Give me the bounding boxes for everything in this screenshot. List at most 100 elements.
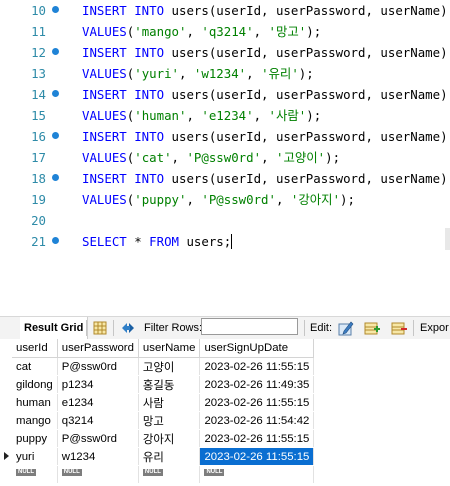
table-row[interactable]: human e1234 사람 2023-02-26 11:55:15 <box>12 393 315 412</box>
cell-userId[interactable]: human <box>12 393 58 412</box>
export-label[interactable]: Expor <box>420 317 449 339</box>
cell-userSignUpDate[interactable]: 2023-02-26 11:55:15 <box>199 447 315 466</box>
cell-userPassword[interactable]: w1234 <box>57 447 139 466</box>
sql-string: 'mango' <box>134 24 187 39</box>
statement-marker-icon[interactable] <box>52 132 59 139</box>
line-number: 20 <box>31 213 46 228</box>
null-badge: NULL <box>16 468 36 476</box>
cell-userId[interactable]: mango <box>12 411 58 430</box>
sql-string: 'cat' <box>134 150 172 165</box>
cell-userName[interactable]: 고양이 <box>138 357 201 376</box>
code-line[interactable]: 20 <box>0 210 450 231</box>
statement-marker-icon[interactable] <box>52 90 59 97</box>
column-header-userPassword[interactable]: userPassword <box>57 339 139 358</box>
table-row[interactable]: mango q3214 망고 2023-02-26 11:54:42 <box>12 411 315 430</box>
null-badge: NULL <box>142 468 163 476</box>
cell-userSignUpDate[interactable]: 2023-02-26 11:55:15 <box>199 429 315 448</box>
statement-marker-icon[interactable] <box>52 48 59 55</box>
code-line[interactable]: 10 INSERT INTO users(userId, userPassword… <box>0 0 450 21</box>
column-header-userName[interactable]: userName <box>138 339 201 358</box>
toolbar-separator <box>413 320 414 336</box>
cell-userSignUpDate[interactable]: 2023-02-26 11:55:15 <box>199 393 315 412</box>
column-header-userSignUpDate[interactable]: userSignUpDate <box>199 339 315 358</box>
code-line[interactable]: 17 VALUES('cat', 'P@ssw0rd', '고양이'); <box>0 147 450 168</box>
new-row-cell[interactable]: NULL <box>57 465 139 484</box>
sql-text: users(userId, userPassword, userName) <box>164 129 448 144</box>
statement-marker-icon[interactable] <box>52 174 59 181</box>
new-row-cell[interactable]: NULL <box>199 465 315 484</box>
code-line[interactable]: 12 INSERT INTO users(userId, userPassword… <box>0 42 450 63</box>
sql-text: users(userId, userPassword, userName) <box>164 3 448 18</box>
row-header[interactable] <box>0 376 12 394</box>
toolbar-separator <box>113 320 114 336</box>
table-row[interactable]: gildong p1234 홍길동 2023-02-26 11:49:35 <box>12 375 315 394</box>
filter-rows-input[interactable] <box>201 318 298 335</box>
cell-userId[interactable]: cat <box>12 357 58 376</box>
code-line[interactable]: 13 VALUES('yuri', 'w1234', '유리'); <box>0 63 450 84</box>
sql-editor[interactable]: 10 INSERT INTO users(userId, userPassword… <box>0 0 450 308</box>
sql-string: 'P@ssw0rd' <box>186 150 262 165</box>
code-text: INSERT INTO users(userId, userPassword, … <box>82 0 448 21</box>
grid-view-icon[interactable] <box>92 320 108 336</box>
code-line[interactable]: 15 VALUES('human', 'e1234', '사람'); <box>0 105 450 126</box>
cell-userName[interactable]: 망고 <box>138 411 201 430</box>
code-line[interactable]: 19 VALUES('puppy', 'P@ssw0rd', '강아지'); <box>0 189 450 210</box>
sql-text: users(userId, userPassword, userName) <box>164 171 448 186</box>
cell-userId[interactable]: puppy <box>12 429 58 448</box>
cell-userSignUpDate[interactable]: 2023-02-26 11:55:15 <box>199 357 315 376</box>
sql-text: users(userId, userPassword, userName) <box>164 45 448 60</box>
editor-scroll-handle[interactable] <box>445 228 450 250</box>
line-number: 13 <box>31 66 46 81</box>
row-header[interactable] <box>0 448 12 466</box>
refresh-icon[interactable] <box>120 320 136 336</box>
cell-userName[interactable]: 홍길동 <box>138 375 201 394</box>
delete-row-icon[interactable] <box>391 320 407 336</box>
edit-label: Edit: <box>310 322 333 334</box>
sql-keyword: INSERT INTO <box>82 87 165 102</box>
row-header[interactable] <box>0 394 12 412</box>
row-header[interactable] <box>0 430 12 448</box>
cell-userPassword[interactable]: p1234 <box>57 375 139 394</box>
statement-marker-icon[interactable] <box>52 6 59 13</box>
table-row[interactable]: yuri w1234 유리 2023-02-26 11:55:15 <box>12 447 315 466</box>
cell-userPassword[interactable]: e1234 <box>57 393 139 412</box>
code-line[interactable]: 14 INSERT INTO users(userId, userPassword… <box>0 84 450 105</box>
corner-cell <box>0 339 12 358</box>
code-line[interactable]: 11 VALUES('mango', 'q3214', '망고'); <box>0 21 450 42</box>
cell-userId[interactable]: gildong <box>12 375 58 394</box>
column-header-userId[interactable]: userId <box>12 339 58 358</box>
sql-string: 'human' <box>134 108 187 123</box>
cell-userPassword[interactable]: P@ssw0rd <box>57 357 139 376</box>
result-table: userId userPassword userName userSignUpDate… <box>12 339 315 484</box>
cell-userSignUpDate[interactable]: 2023-02-26 11:49:35 <box>199 375 315 394</box>
cell-userName[interactable]: 강아지 <box>138 429 201 448</box>
cell-userId[interactable]: yuri <box>12 447 58 466</box>
table-row[interactable]: puppy P@ssw0rd 강아지 2023-02-26 11:55:15 <box>12 429 315 448</box>
code-line[interactable]: 18 INSERT INTO users(userId, userPassword… <box>0 168 450 189</box>
statement-marker-icon[interactable] <box>52 237 59 244</box>
cell-userName[interactable]: 사람 <box>138 393 201 412</box>
add-row-icon[interactable] <box>364 320 380 336</box>
sql-keyword: VALUES <box>82 150 127 165</box>
code-line[interactable]: 16 INSERT INTO users(userId, userPassword… <box>0 126 450 147</box>
sql-keyword: INSERT INTO <box>82 129 165 144</box>
code-line[interactable]: 21 SELECT * FROM users; <box>0 231 450 252</box>
sql-text: , <box>179 66 194 81</box>
result-grid: userId userPassword userName userSignUpDate… <box>0 339 450 486</box>
sql-string: '사람' <box>268 108 307 123</box>
edit-row-icon[interactable] <box>338 320 354 336</box>
cell-userName[interactable]: 유리 <box>138 447 201 466</box>
sql-text: , <box>171 150 187 165</box>
null-badge: NULL <box>204 468 225 476</box>
cell-userSignUpDate[interactable]: 2023-02-26 11:54:42 <box>199 411 315 430</box>
cell-userPassword[interactable]: q3214 <box>57 411 139 430</box>
row-header[interactable] <box>0 412 12 430</box>
result-grid-tab[interactable]: Result Grid <box>20 317 89 339</box>
sql-string: '망고' <box>268 24 307 39</box>
new-row-cell[interactable]: NULL <box>138 465 201 484</box>
row-header[interactable] <box>0 358 12 376</box>
table-row[interactable]: cat P@ssw0rd 고양이 2023-02-26 11:55:15 <box>12 357 315 376</box>
cell-userPassword[interactable]: P@ssw0rd <box>57 429 139 448</box>
new-row-placeholder[interactable]: NULL NULL NULL NULL <box>12 465 315 484</box>
new-row-cell[interactable]: NULL <box>12 465 58 484</box>
